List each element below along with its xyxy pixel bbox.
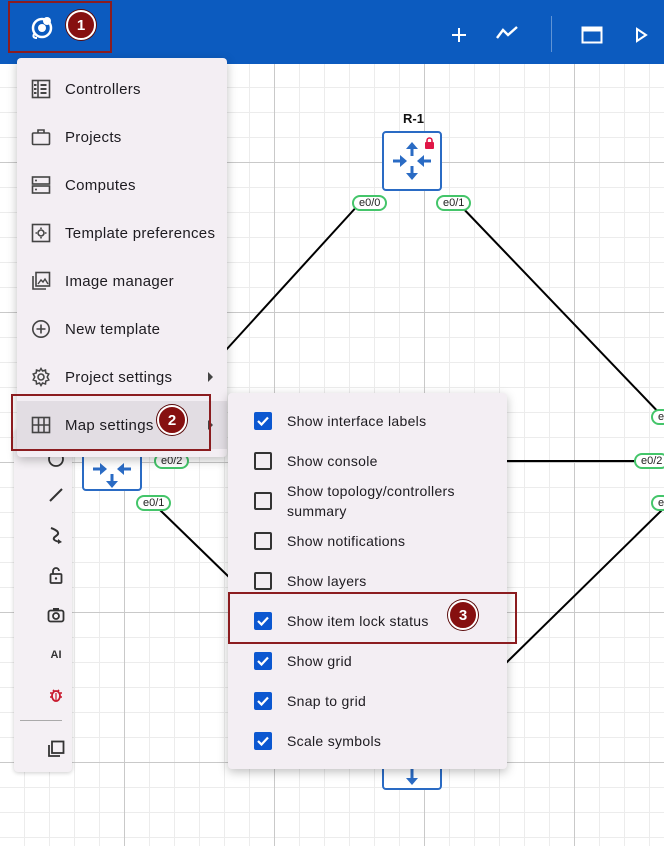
window-icon[interactable] [579,22,605,48]
server-icon [30,174,52,196]
menu-item-controllers[interactable]: Controllers [17,65,227,113]
link-r1-left [225,202,361,351]
lock-icon[interactable] [43,562,69,588]
ai-label: AI [50,649,62,661]
arrow-down-icon [406,769,418,785]
menu-item-new-template[interactable]: New template [17,305,227,353]
checkbox-unchecked[interactable] [254,452,272,470]
map-setting-label: Show layers [287,573,367,589]
checkbox-unchecked[interactable] [254,492,272,510]
menu-item-label: Computes [65,176,136,194]
map-setting-show-topology-summary[interactable]: Show topology/controllers summary [228,481,507,521]
template-settings-icon [30,222,52,244]
gear-icon [30,366,52,388]
interface-label: e0/1 [136,495,172,511]
add-circle-icon [30,318,52,340]
map-setting-label: Show notifications [287,533,406,549]
bug-icon[interactable] [43,682,69,708]
interface-label: e0/2 [634,453,664,469]
controllers-icon [30,78,52,100]
menu-item-projects[interactable]: Projects [17,113,227,161]
chevron-right-icon [208,372,213,382]
toolbar-divider [551,16,552,52]
trend-icon[interactable] [494,20,520,46]
copy-icon[interactable] [43,736,69,762]
menu-item-label: Template preferences [65,224,216,242]
link-bottom-left [159,509,231,579]
menu-item-image-manager[interactable]: Image manager [17,257,227,305]
lock-status-icon [425,137,434,149]
router-label: R-1 [403,111,424,126]
image-icon [30,270,52,292]
map-setting-scale-symbols[interactable]: Scale symbols [228,725,507,757]
interface-label: e [651,495,664,511]
interface-label: e [651,409,664,425]
map-setting-show-interface-labels[interactable]: Show interface labels [228,405,507,437]
map-settings-submenu: Show interface labels Show console Show … [228,393,507,769]
step-badge-3: 3 [448,600,478,630]
router-r1[interactable] [382,131,442,191]
menu-item-label: New template [65,320,161,338]
drawing-toolbar: AI [14,430,72,772]
menu-item-label: Projects [65,128,122,146]
menu-item-computes[interactable]: Computes [17,161,227,209]
map-setting-label: Show grid [287,653,352,669]
step-badge-1: 1 [66,10,96,40]
line-icon[interactable] [43,482,69,508]
briefcase-icon [30,126,52,148]
step-badge-2: 2 [157,405,187,435]
play-icon[interactable] [628,22,654,48]
menu-item-label: Project settings [65,368,173,386]
menu-item-label: Controllers [65,80,141,98]
map-setting-label: Show topology/controllers summary [287,483,455,519]
map-setting-show-grid[interactable]: Show grid [228,645,507,677]
checkbox-checked[interactable] [254,652,272,670]
map-setting-label: Show interface labels [287,413,427,429]
interface-label: e0/1 [436,195,472,211]
checkbox-checked[interactable] [254,412,272,430]
checkbox-checked[interactable] [254,692,272,710]
add-icon[interactable] [446,22,472,48]
map-setting-label: Scale symbols [287,733,382,749]
ai-icon[interactable]: AI [43,642,69,668]
camera-icon[interactable] [43,602,69,628]
highlight-logo [8,1,112,53]
menu-item-template-preferences[interactable]: Template preferences [17,209,227,257]
toolbar-divider [20,720,62,721]
interface-label: e0/0 [352,195,388,211]
curve-icon[interactable] [43,522,69,548]
checkbox-unchecked[interactable] [254,532,272,550]
map-setting-show-notifications[interactable]: Show notifications [228,525,507,557]
map-setting-label: Show console [287,453,378,469]
map-setting-snap-to-grid[interactable]: Snap to grid [228,685,507,717]
map-setting-label: Snap to grid [287,693,367,709]
menu-item-label: Image manager [65,272,174,290]
link-bottom-right [504,507,664,665]
checkbox-checked[interactable] [254,732,272,750]
link-r1-right [457,202,664,419]
checkbox-unchecked[interactable] [254,572,272,590]
map-setting-show-console[interactable]: Show console [228,445,507,477]
